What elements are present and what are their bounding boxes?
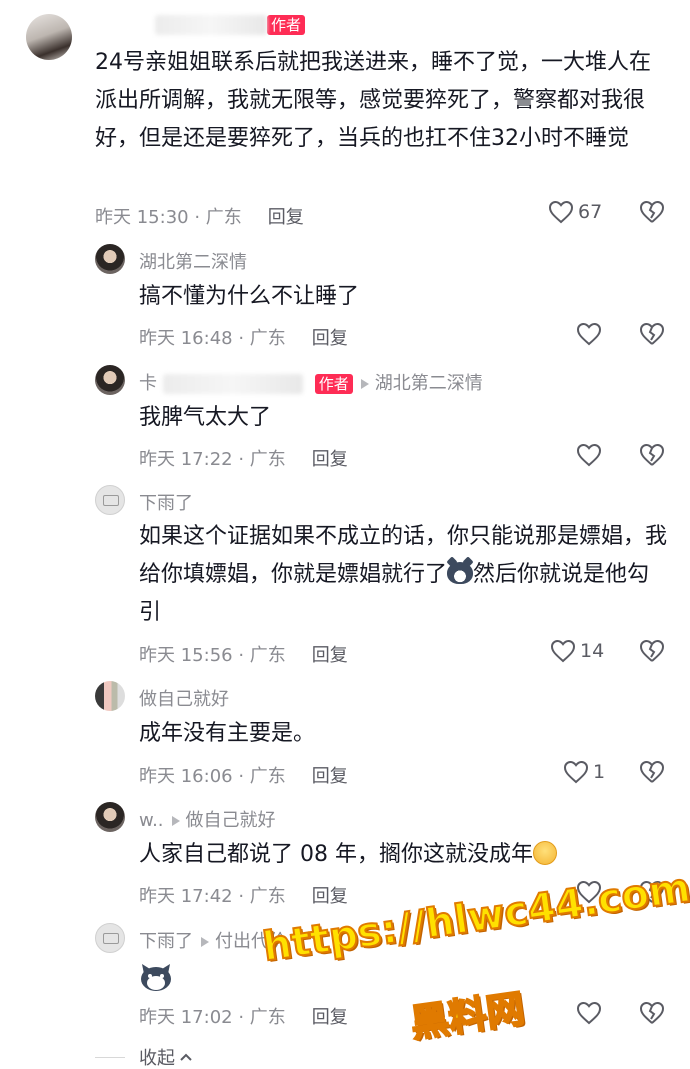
author-badge: 作者: [314, 374, 353, 394]
avatar[interactable]: [95, 681, 125, 711]
comment-time-location: 昨天 15:30 · 广东: [95, 207, 242, 228]
like-button[interactable]: 67: [548, 200, 602, 224]
comment-username[interactable]: w.. 做自己就好: [139, 806, 276, 832]
heart-icon: [550, 639, 576, 663]
comment-time-location: 昨天 17:02 · 广东: [139, 1007, 286, 1028]
collapse-label: 收起: [139, 1048, 175, 1069]
heart-icon: [576, 443, 602, 467]
author-badge: 作者: [267, 15, 306, 35]
heart-icon: [576, 1001, 602, 1025]
heart-icon: [576, 322, 602, 346]
like-count: 67: [578, 201, 603, 223]
like-count: 1: [593, 761, 606, 783]
comment-meta: 昨天 17:22 · 广东 回复: [139, 445, 348, 471]
avatar[interactable]: [95, 365, 125, 395]
like-count: 14: [580, 640, 605, 662]
broken-heart-icon: [639, 443, 665, 466]
like-button[interactable]: [576, 322, 606, 346]
heart-icon: [563, 760, 589, 784]
reply-arrow-icon: [201, 937, 209, 947]
comment-text: 搞不懂为什么不让睡了: [139, 284, 360, 309]
avatar[interactable]: [26, 14, 72, 60]
comment-username[interactable]: 做自己就好: [139, 685, 229, 711]
comment-meta: 昨天 15:30 · 广东 回复: [95, 203, 304, 229]
broken-heart-icon: [639, 760, 665, 783]
like-button[interactable]: 14: [550, 639, 604, 663]
like-button[interactable]: 1: [563, 760, 605, 784]
comment-time-location: 昨天 15:56 · 广东: [139, 645, 286, 666]
comment-username[interactable]: 卡 作者 湖北第二深情: [139, 369, 483, 395]
reply-button[interactable]: 回复: [268, 207, 304, 228]
watermark-url: https://hlwc44.com: [259, 864, 690, 972]
comment-meta: 昨天 16:06 · 广东 回复: [139, 762, 348, 788]
reply-button[interactable]: 回复: [312, 1007, 348, 1028]
comment-meta: 昨天 17:42 · 广东 回复: [139, 882, 348, 908]
reply-to-user[interactable]: 做自己就好: [186, 810, 276, 831]
comment-time-location: 昨天 16:06 · 广东: [139, 766, 286, 787]
comment-meta: 昨天 15:56 · 广东 回复: [139, 641, 348, 667]
comment-username[interactable]: 下雨了: [139, 489, 193, 515]
reply-to-user[interactable]: 湖北第二深情: [375, 373, 483, 394]
comment-meta: 昨天 17:02 · 广东 回复: [139, 1003, 348, 1029]
comment-time-location: 昨天 16:48 · 广东: [139, 328, 286, 349]
reply-button[interactable]: 回复: [312, 886, 348, 907]
comment-text: 成年没有主要是。: [139, 721, 316, 746]
comment-text: 我脾气太大了: [139, 405, 272, 430]
comment-text: 24号亲姐姐联系后就把我送进来，睡不了觉，一大堆人在派出所调解，我就无限等，感觉…: [95, 50, 651, 151]
dislike-button[interactable]: [639, 200, 665, 224]
comment-time-location: 昨天 17:42 · 广东: [139, 886, 286, 907]
comment-text: 如果这个证据如果不成立的话，你只能说那是嫖娼，我给你填嫖娼，你就是嫖娼就行了 然后…: [139, 524, 668, 625]
reply-arrow-icon: [360, 379, 369, 389]
dislike-button[interactable]: [639, 443, 665, 467]
avatar[interactable]: [95, 802, 125, 832]
watermark-name: 黑料网: [407, 985, 528, 1046]
dislike-button[interactable]: [639, 760, 665, 784]
reply-button[interactable]: 回复: [312, 328, 348, 349]
bear-emoji-icon: [141, 964, 171, 991]
dislike-button[interactable]: [639, 1001, 665, 1025]
comment-text: 人家自己都说了 08 年，搁你这就没成年: [139, 836, 669, 874]
reply-button[interactable]: 回复: [312, 449, 348, 470]
comment-username[interactable]: 湖北第二深情: [139, 248, 247, 274]
smile-emoji-icon: [532, 841, 557, 865]
like-button[interactable]: [576, 1001, 606, 1025]
comment-username[interactable]: 作者: [155, 14, 306, 35]
reply-arrow-icon: [171, 816, 180, 826]
avatar[interactable]: [95, 923, 125, 953]
collapse-replies-button[interactable]: 收起: [95, 1044, 193, 1069]
avatar[interactable]: [95, 244, 125, 274]
reply-button[interactable]: 回复: [312, 645, 348, 666]
like-button[interactable]: [576, 443, 606, 467]
broken-heart-icon: [639, 1001, 665, 1024]
broken-heart-icon: [639, 322, 665, 345]
broken-heart-icon: [639, 200, 665, 223]
reply-button[interactable]: 回复: [312, 766, 348, 787]
broken-heart-icon: [639, 639, 665, 662]
bear-emoji-icon: [447, 562, 474, 584]
dislike-button[interactable]: [639, 322, 665, 346]
chevron-up-icon: [180, 1053, 192, 1061]
divider: [95, 1056, 125, 1058]
dislike-button[interactable]: [639, 639, 665, 663]
comment-meta: 昨天 16:48 · 广东 回复: [139, 324, 348, 350]
avatar[interactable]: [95, 485, 125, 515]
heart-icon: [548, 200, 574, 224]
comment-time-location: 昨天 17:22 · 广东: [139, 449, 286, 470]
